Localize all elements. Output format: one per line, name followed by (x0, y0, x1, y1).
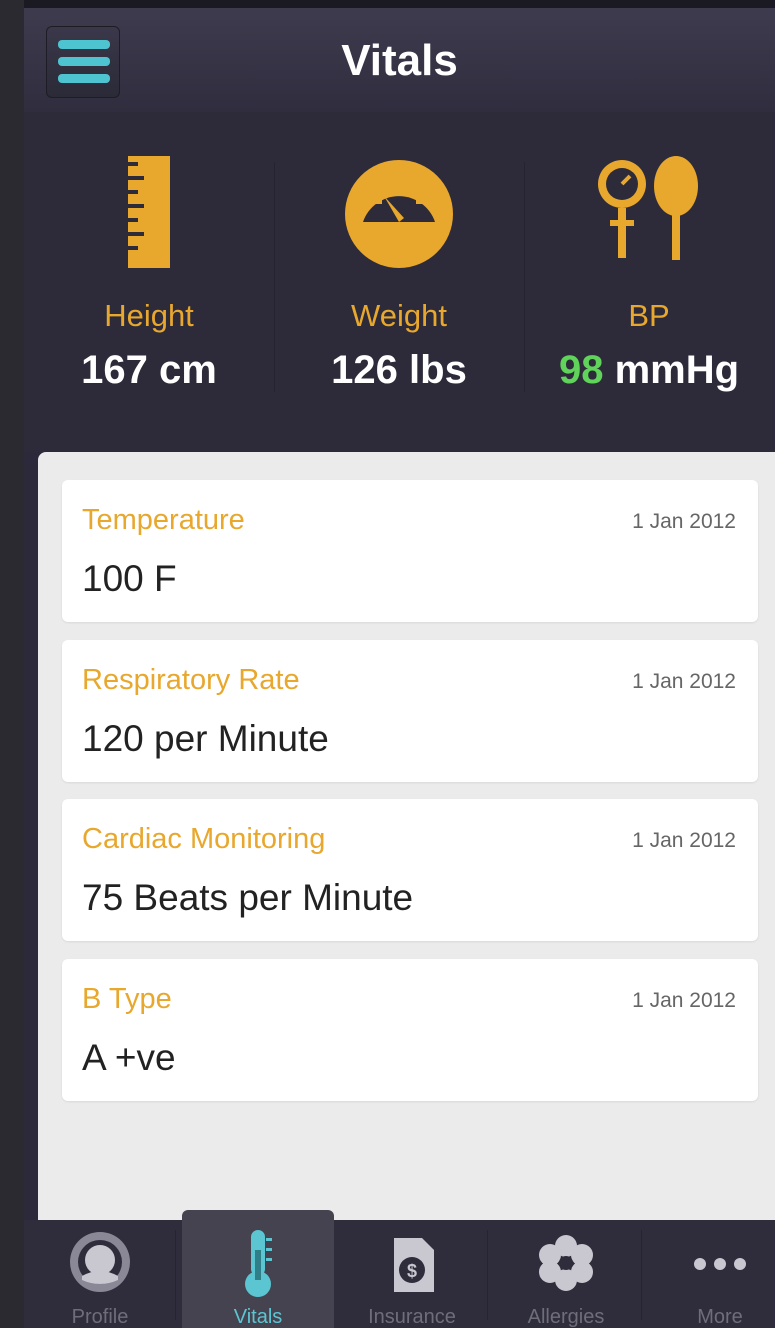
bp-meter-icon (598, 156, 698, 260)
record-date: 1 Jan 2012 (632, 989, 736, 1012)
record-date: 1 Jan 2012 (632, 829, 736, 852)
stat-value: 98 mmHg (524, 348, 774, 393)
record-card[interactable]: Cardiac Monitoring 1 Jan 2012 75 Beats p… (62, 799, 758, 941)
record-value: 75 Beats per Minute (82, 877, 414, 918)
profile-icon (70, 1232, 130, 1292)
stat-value: 126 lbs (331, 348, 467, 392)
stat-label: Height (104, 298, 194, 333)
record-value: 100 F (82, 558, 177, 599)
tab-allergies[interactable]: Allergies (490, 1220, 642, 1328)
record-title: Respiratory Rate (82, 664, 300, 696)
record-date: 1 Jan 2012 (632, 510, 736, 533)
tab-divider (641, 1230, 642, 1320)
flower-icon (539, 1235, 593, 1291)
more-dots-icon (694, 1258, 746, 1270)
stat-label: Weight (351, 298, 447, 333)
tab-vitals[interactable]: Vitals (182, 1210, 334, 1328)
header-bar: Vitals (24, 0, 775, 112)
stat-bp: BP 98 mmHg (524, 152, 774, 412)
stat-height: Height 167 cm (24, 152, 274, 412)
gauge-icon (345, 160, 453, 268)
tab-label: Insurance (368, 1306, 456, 1328)
record-card[interactable]: Temperature 1 Jan 2012 100 F (62, 480, 758, 622)
record-title: B Type (82, 983, 172, 1015)
record-card[interactable]: Respiratory Rate 1 Jan 2012 120 per Minu… (62, 640, 758, 782)
tab-label: Profile (71, 1306, 129, 1328)
tab-insurance[interactable]: $ Insurance (336, 1220, 488, 1328)
tab-label: More (697, 1306, 743, 1328)
record-card[interactable]: B Type 1 Jan 2012 A +ve (62, 959, 758, 1101)
page-title: Vitals (341, 36, 458, 85)
thermometer-icon (245, 1230, 272, 1297)
vitals-app: Vitals Height 167 cm Weight 126 lbs BP 9… (24, 0, 775, 1328)
bp-number: 98 (558, 348, 604, 392)
records-panel: Temperature 1 Jan 2012 100 F Respiratory… (38, 452, 775, 1220)
record-title: Cardiac Monitoring (82, 823, 326, 855)
tab-label: Vitals (233, 1306, 283, 1328)
bottom-tab-bar: Profile Vitals $ Insurance Allergies Mor… (24, 1210, 775, 1328)
bp-unit: mmHg (603, 348, 740, 392)
left-edge (0, 0, 38, 1328)
record-title: Temperature (82, 504, 245, 536)
tab-label: Allergies (527, 1306, 605, 1328)
tab-divider (175, 1230, 176, 1320)
ruler-icon (128, 156, 170, 268)
record-date: 1 Jan 2012 (632, 670, 736, 693)
tab-divider (487, 1230, 488, 1320)
tab-more[interactable]: More (644, 1220, 775, 1328)
dollar-document-icon: $ (394, 1238, 434, 1292)
stats-row: Height 167 cm Weight 126 lbs BP 98 mmHg (24, 112, 775, 452)
stat-label: BP (628, 298, 670, 333)
record-value: 120 per Minute (82, 718, 329, 759)
stat-value: 167 cm (81, 348, 217, 392)
record-value: A +ve (82, 1037, 176, 1078)
svg-text:$: $ (407, 1261, 417, 1281)
tab-profile[interactable]: Profile (24, 1220, 176, 1328)
stat-weight: Weight 126 lbs (274, 152, 524, 412)
